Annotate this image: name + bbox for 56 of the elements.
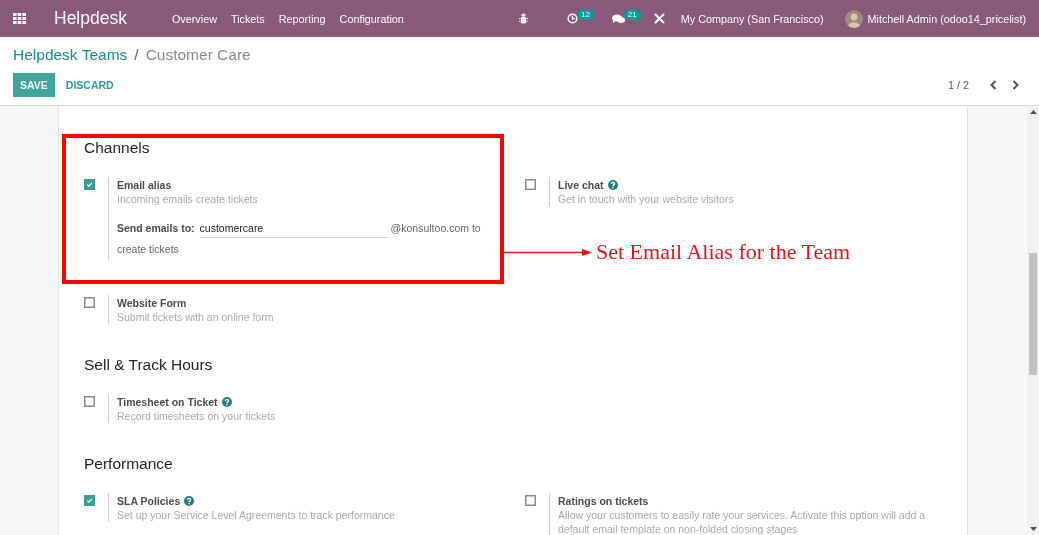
- checkbox[interactable]: [84, 297, 95, 308]
- alias-label: Send emails to:: [117, 221, 195, 236]
- section-title: Performance: [84, 454, 173, 474]
- setting-description: Submit tickets with an online form: [117, 310, 274, 324]
- help-icon[interactable]: [221, 396, 232, 407]
- alias-domain-text: create tickets: [117, 242, 179, 257]
- user-menu[interactable]: Mitchell Admin (odoo14_pricelist): [867, 12, 1026, 25]
- save-button[interactable]: SAVE: [13, 73, 55, 97]
- clock-icon[interactable]: [566, 13, 578, 24]
- scroll-up-icon[interactable]: [1029, 110, 1037, 114]
- setting-title: Ratings on tickets: [558, 494, 649, 507]
- breadcrumb-current: Customer Care: [145, 46, 251, 64]
- activity-count-badge: 12: [576, 10, 594, 20]
- setting-description: Incoming emails create tickets: [117, 192, 258, 206]
- setting-description: Get in touch with your website visitors: [558, 192, 734, 206]
- help-icon[interactable]: [607, 179, 618, 190]
- alias-input-field[interactable]: customercare: [199, 219, 388, 238]
- chat-icon[interactable]: [611, 13, 625, 24]
- checkbox[interactable]: [84, 179, 95, 190]
- menu-item[interactable]: Overview: [171, 12, 217, 25]
- breadcrumb-link[interactable]: Helpdesk Teams: [13, 46, 128, 64]
- checkbox[interactable]: [84, 396, 95, 407]
- setting-title: Website Form: [117, 296, 187, 309]
- discard-button[interactable]: DISCARD: [58, 73, 121, 97]
- setting-title: Email alias: [117, 178, 172, 191]
- section-title: Channels: [84, 138, 150, 158]
- app-name[interactable]: Helpdesk: [54, 8, 127, 29]
- company-switcher[interactable]: My Company (San Francisco): [680, 12, 824, 25]
- chevron-right-icon[interactable]: [1012, 80, 1019, 90]
- chevron-left-icon[interactable]: [990, 80, 997, 90]
- apps-menu-icon[interactable]: [13, 13, 26, 24]
- checkbox[interactable]: [84, 495, 95, 506]
- help-icon[interactable]: [184, 495, 195, 506]
- setting-title: SLA Policies: [117, 494, 181, 507]
- alias-domain-text: @konsultoo.com to: [390, 221, 481, 236]
- menu-item[interactable]: Reporting: [278, 12, 326, 25]
- cross-icon[interactable]: [653, 13, 665, 24]
- setting-description: Set up your Service Level Agreements to track performance: [117, 508, 395, 522]
- pager-value: 1 / 2: [948, 79, 969, 91]
- user-avatar[interactable]: [844, 9, 863, 28]
- menu-item[interactable]: Configuration: [339, 12, 404, 25]
- checkbox[interactable]: [525, 179, 536, 190]
- setting-title: Live chat: [558, 178, 604, 191]
- scroll-down-icon[interactable]: [1029, 527, 1037, 531]
- message-count-badge: 21: [623, 10, 641, 20]
- menu-item[interactable]: Tickets: [230, 12, 265, 25]
- scrollbar-track[interactable]: [1027, 106, 1039, 535]
- setting-description: Allow your customers to easily rate your services. Activate this option will add a default email template on non-folded closing stages: [558, 508, 927, 535]
- section-title: Sell & Track Hours: [84, 355, 213, 375]
- annotation-text: Set Email Alias for the Team: [596, 238, 851, 266]
- setting-title: Timesheet on Ticket: [117, 395, 218, 408]
- checkbox[interactable]: [525, 495, 536, 506]
- breadcrumb-separator: /: [134, 46, 139, 64]
- scrollbar-thumb[interactable]: [1029, 253, 1037, 375]
- setting-description: Record timesheets on your tickets: [117, 409, 276, 423]
- bug-icon[interactable]: [518, 13, 528, 24]
